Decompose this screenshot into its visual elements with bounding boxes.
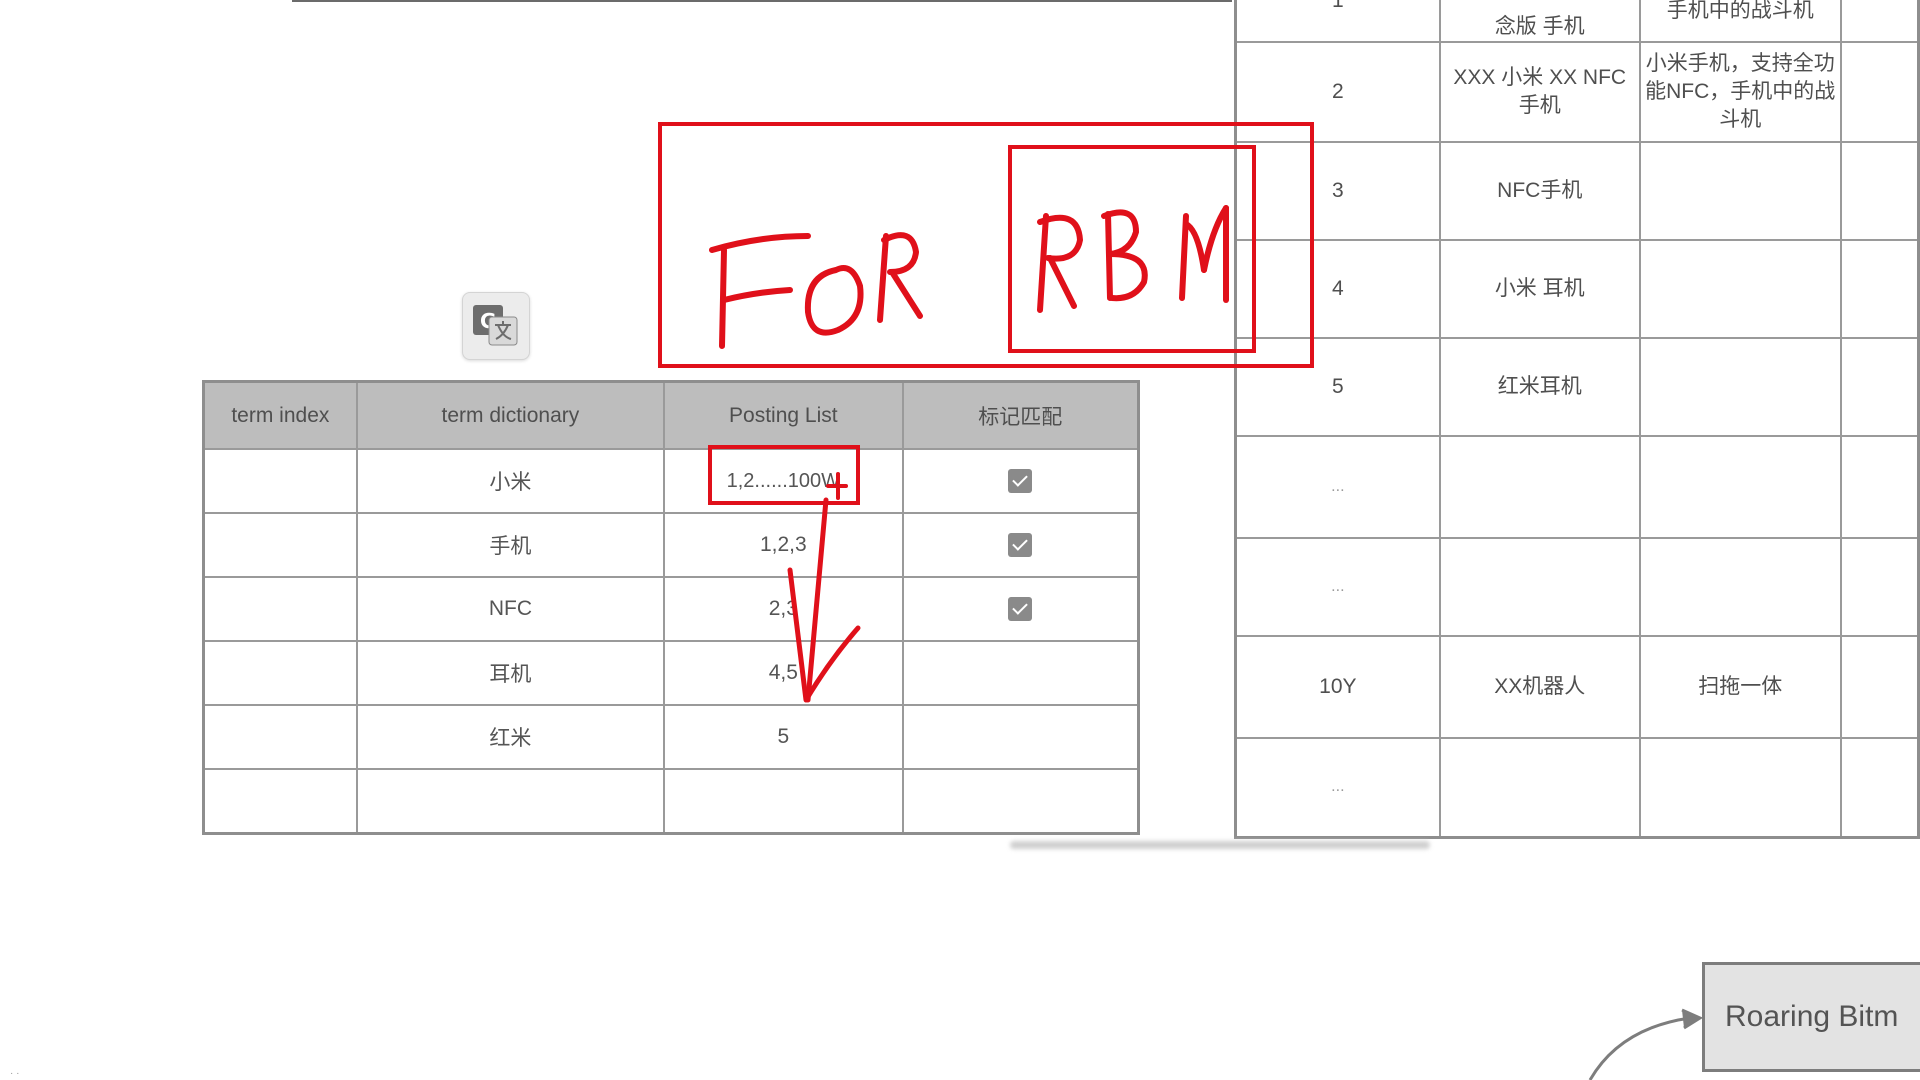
header-term-dictionary: term dictionary <box>355 380 666 450</box>
handwriting-rbm <box>1037 205 1229 313</box>
term-index-cell <box>202 576 358 642</box>
term-cell: 红米 <box>355 704 666 770</box>
posting-cell: 4,5 <box>663 640 904 706</box>
doc-id-cell: ... <box>1234 736 1441 839</box>
doc-desc-cell <box>1638 434 1842 539</box>
term-index-cell <box>202 640 358 706</box>
doc-extra-cell <box>1839 238 1920 339</box>
table-row: 小米 1,2......100W <box>202 448 1140 514</box>
roaring-bitmap-node: Roaring Bitm <box>1702 962 1920 1072</box>
doc-title-cell: 念版 手机 <box>1438 0 1641 43</box>
roaring-bitmap-label: Roaring Bitm <box>1725 1000 1899 1033</box>
match-cell <box>901 768 1140 835</box>
header-posting-list: Posting List <box>663 380 904 450</box>
doc-extra-cell <box>1839 140 1920 241</box>
checkbox-checked-icon[interactable] <box>1008 597 1033 622</box>
match-cell <box>901 448 1140 514</box>
table-row: 5 红米耳机 <box>1234 336 1920 437</box>
doc-id-cell: 1 <box>1234 0 1441 43</box>
table-row: 10Y XX机器人 扫拖一体 <box>1234 634 1920 739</box>
doc-title-cell: 红米耳机 <box>1438 336 1641 437</box>
doc-extra-cell <box>1839 434 1920 539</box>
doc-desc-cell <box>1638 336 1842 437</box>
google-translate-icon: G <box>473 305 518 346</box>
annotation-outer-box <box>658 122 1314 368</box>
term-cell: NFC <box>355 576 666 642</box>
table-row: ... <box>1234 736 1920 839</box>
doc-title-cell: 小米 耳机 <box>1438 238 1641 339</box>
term-index-cell <box>202 512 358 578</box>
table-row: NFC 2,3 <box>202 576 1140 642</box>
table-row: ... <box>1234 536 1920 637</box>
translate-button[interactable]: G <box>462 292 530 360</box>
header-term-index: term index <box>202 380 358 450</box>
match-cell <box>901 512 1140 578</box>
term-dictionary-table: term index term dictionary Posting List … <box>202 380 1140 835</box>
match-cell <box>901 704 1140 770</box>
posting-cell: 1,2......100W <box>663 448 904 514</box>
table-row: 4 小米 耳机 <box>1234 238 1920 339</box>
checkbox-checked-icon[interactable] <box>1008 533 1033 558</box>
table-row: 耳机 4,5 <box>202 640 1140 706</box>
term-cell <box>355 768 666 835</box>
posting-cell: 5 <box>663 704 904 770</box>
checkbox-checked-icon[interactable] <box>1008 469 1033 494</box>
term-index-cell <box>202 704 358 770</box>
posting-cell <box>663 768 904 835</box>
doc-id-cell: ... <box>1234 536 1441 637</box>
document-table: 1 念版 手机 手机中的战斗机 2 XXX 小米 XX NFC 手机 小米手机，… <box>1234 0 1920 839</box>
table-row: ... <box>1234 434 1920 539</box>
table-row: 1 念版 手机 手机中的战斗机 <box>1234 0 1920 43</box>
table-row: 2 XXX 小米 XX NFC 手机 小米手机，支持全功能NFC，手机中的战斗机 <box>1234 40 1920 143</box>
doc-title-cell: NFC手机 <box>1438 140 1641 241</box>
doc-desc-cell: 手机中的战斗机 <box>1638 0 1842 43</box>
posting-cell: 2,3 <box>663 576 904 642</box>
doc-id-cell: ... <box>1234 434 1441 539</box>
table-row: 手机 1,2,3 <box>202 512 1140 578</box>
header-match-mark: 标记匹配 <box>901 380 1140 450</box>
doc-id-cell: 4 <box>1234 238 1441 339</box>
doc-title-cell <box>1438 536 1641 637</box>
doc-extra-cell <box>1839 0 1920 43</box>
match-cell <box>901 640 1140 706</box>
term-cell: 小米 <box>355 448 666 514</box>
term-cell: 耳机 <box>355 640 666 706</box>
canvas: G term index term dictionary Posting Lis… <box>0 0 1920 1080</box>
doc-title-cell: XXX 小米 XX NFC 手机 <box>1438 40 1641 143</box>
doc-title-cell <box>1438 434 1641 539</box>
doc-id-cell: 5 <box>1234 336 1441 437</box>
doc-extra-cell <box>1839 336 1920 437</box>
doc-id-cell: 3 <box>1234 140 1441 241</box>
doc-desc-cell <box>1638 536 1842 637</box>
bottom-marker: · · <box>10 1068 20 1079</box>
posting-cell: 1,2,3 <box>663 512 904 578</box>
doc-desc-cell <box>1638 736 1842 839</box>
table-row: 3 NFC手机 <box>1234 140 1920 241</box>
doc-id-cell: 10Y <box>1234 634 1441 739</box>
doc-desc-cell: 扫拖一体 <box>1638 634 1842 739</box>
doc-extra-cell <box>1839 736 1920 839</box>
handwriting-for <box>709 232 923 349</box>
match-cell <box>901 576 1140 642</box>
doc-extra-cell <box>1839 536 1920 637</box>
term-index-cell <box>202 768 358 835</box>
table-row: 红米 5 <box>202 704 1140 770</box>
doc-extra-cell <box>1839 40 1920 143</box>
doc-title-cell: XX机器人 <box>1438 634 1641 739</box>
annotation-inner-box <box>1008 145 1256 353</box>
term-table-header-row: term index term dictionary Posting List … <box>202 380 1140 450</box>
doc-desc-cell <box>1638 238 1842 339</box>
doc-id-cell: 2 <box>1234 40 1441 143</box>
doc-title-cell <box>1438 736 1641 839</box>
term-cell: 手机 <box>355 512 666 578</box>
term-index-cell <box>202 448 358 514</box>
table-row <box>202 768 1140 835</box>
doc-extra-cell <box>1839 634 1920 739</box>
doc-desc-cell: 小米手机，支持全功能NFC，手机中的战斗机 <box>1638 40 1842 143</box>
top-connector-arrow <box>292 0 1530 14</box>
rbm-connector-arrow <box>1588 1008 1704 1080</box>
watermark <box>1010 834 1430 862</box>
doc-desc-cell <box>1638 140 1842 241</box>
